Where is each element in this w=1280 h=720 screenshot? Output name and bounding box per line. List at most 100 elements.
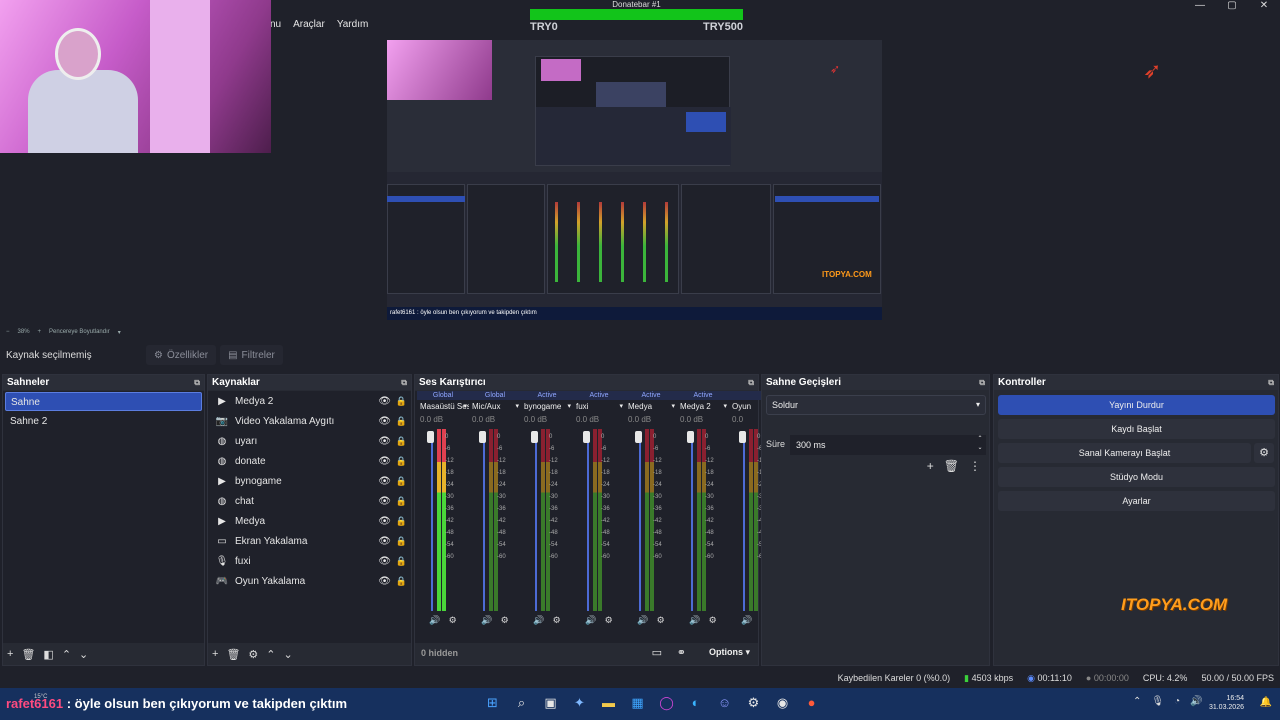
scene-item[interactable]: Sahne 2 (5, 412, 202, 431)
task-view-icon[interactable]: ▣ (542, 695, 559, 711)
undock-icon[interactable]: ⧉ (979, 378, 985, 388)
studio-mode-button[interactable]: Stüdyo Modu (998, 467, 1275, 487)
lock-icon[interactable]: 🔒 (396, 556, 407, 567)
duration-input[interactable]: 300 ms ⌃ ⌄ (790, 435, 986, 455)
layout-icon[interactable]: ▭ (652, 646, 662, 659)
source-item[interactable]: ▶ Medya 2 👁 🔒 (208, 391, 411, 411)
undock-icon[interactable]: ⧉ (748, 378, 754, 388)
chevron-down-icon[interactable]: ▾ (118, 329, 121, 336)
mute-icon[interactable]: 🔊 (637, 615, 648, 626)
mute-icon[interactable]: 🔊 (741, 615, 752, 626)
undock-icon[interactable]: ⧉ (401, 378, 407, 388)
volume-fader-track[interactable] (639, 431, 641, 611)
minimize-button[interactable]: — (1184, 0, 1216, 14)
volume-fader-track[interactable] (535, 431, 537, 611)
channel-name[interactable]: Medya ▾ (625, 400, 677, 413)
undock-icon[interactable]: ⧉ (194, 378, 200, 388)
gear-icon[interactable]: ⚙ (657, 615, 665, 626)
close-button[interactable]: ✕ (1248, 0, 1280, 14)
gear-icon[interactable]: ⚙ (1254, 443, 1274, 463)
eye-icon[interactable]: 👁 (378, 496, 391, 507)
source-item[interactable]: 📷 Video Yakalama Aygıtı 👁 🔒 (208, 411, 411, 431)
source-item[interactable]: 🎮 Oyun Yakalama 👁 🔒 (208, 571, 411, 591)
chevron-down-icon[interactable]: ▾ (463, 400, 467, 413)
menu-item-tools[interactable]: Araçlar (293, 19, 325, 30)
volume-fader-track[interactable] (587, 431, 589, 611)
volume-icon[interactable]: 🔊 (1190, 696, 1202, 707)
lock-icon[interactable]: 🔒 (396, 476, 407, 487)
volume-fader-handle[interactable] (479, 431, 486, 443)
lock-icon[interactable]: 🔒 (396, 416, 407, 427)
volume-fader-handle[interactable] (531, 431, 538, 443)
stop-streaming-button[interactable]: Yayını Durdur (998, 395, 1275, 415)
move-down-icon[interactable]: ⌄ (284, 648, 293, 661)
volume-fader-handle[interactable] (739, 431, 746, 443)
mute-icon[interactable]: 🔊 (689, 615, 700, 626)
preview-canvas[interactable]: ➶ ITOPYA.COM rafet6161 : öyle olsun ben … (387, 40, 882, 320)
source-item[interactable]: ▭ Ekran Yakalama 👁 🔒 (208, 531, 411, 551)
trash-icon[interactable]: 🗑 (944, 459, 959, 473)
lock-icon[interactable]: 🔒 (396, 396, 407, 407)
duration-spinner[interactable]: ⌃ ⌄ (974, 435, 986, 453)
lock-icon[interactable]: 🔒 (396, 576, 407, 587)
options-button[interactable]: Options ▾ (709, 647, 750, 658)
mute-icon[interactable]: 🔊 (429, 615, 440, 626)
properties-button[interactable]: ⚙ Özellikler (146, 345, 217, 365)
volume-fader-track[interactable] (691, 431, 693, 611)
zoom-in-button[interactable]: + (38, 329, 42, 335)
lock-icon[interactable]: 🔒 (396, 516, 407, 527)
lock-icon[interactable]: 🔒 (396, 436, 407, 447)
eye-icon[interactable]: 👁 (378, 396, 391, 407)
gear-icon[interactable]: ⚙ (605, 615, 613, 626)
windows-start-icon[interactable]: ⊞ (484, 695, 501, 711)
copilot-icon[interactable]: ✦ (571, 695, 588, 711)
eye-icon[interactable]: 👁 (378, 476, 391, 487)
gear-icon[interactable]: ⚙ (501, 615, 509, 626)
menu-item-help[interactable]: Yardım (337, 19, 369, 30)
volume-fader-handle[interactable] (635, 431, 642, 443)
move-up-icon[interactable]: ⌃ (266, 648, 275, 661)
scene-item[interactable]: Sahne (5, 392, 202, 411)
source-item[interactable]: ▶ Medya 👁 🔒 (208, 511, 411, 531)
link-icon[interactable]: ⚭ (677, 646, 686, 659)
maximize-button[interactable]: ▢ (1216, 0, 1248, 14)
channel-name[interactable]: bynogame ▾ (521, 400, 573, 413)
settings-button[interactable]: Ayarlar (998, 491, 1275, 511)
channel-name[interactable]: Masaüstü Ses ▾ (417, 400, 469, 413)
gear-icon[interactable]: ⚙ (553, 615, 561, 626)
transition-select[interactable]: Soldur ▾ (766, 395, 986, 415)
volume-fader-track[interactable] (483, 431, 485, 611)
eye-icon[interactable]: 👁 (378, 456, 391, 467)
channel-name[interactable]: fuxi ▾ (573, 400, 625, 413)
notification-icon[interactable]: 🔔 (1260, 697, 1272, 708)
add-icon[interactable]: + (212, 648, 218, 660)
volume-fader-handle[interactable] (583, 431, 590, 443)
move-down-icon[interactable]: ⌄ (79, 648, 88, 661)
source-item[interactable]: ◍ uyarı 👁 🔒 (208, 431, 411, 451)
move-up-icon[interactable]: ⌃ (62, 648, 71, 661)
filter-icon[interactable]: ◧ (43, 648, 53, 661)
start-virtual-camera-button[interactable]: Sanal Kamerayı Başlat (998, 443, 1251, 463)
steam-icon[interactable]: ⚙ (745, 695, 762, 711)
eye-icon[interactable]: 👁 (378, 556, 391, 567)
chevron-down-icon[interactable]: ▾ (671, 400, 675, 413)
file-explorer-icon[interactable]: ▬ (600, 695, 617, 711)
eye-icon[interactable]: 👁 (378, 436, 391, 447)
fit-to-window[interactable]: Pencereye Boyutlandır (49, 329, 110, 335)
discord-icon[interactable]: ☺ (716, 695, 733, 711)
volume-fader-track[interactable] (743, 431, 745, 611)
add-icon[interactable]: + (7, 648, 13, 660)
mute-icon[interactable]: 🔊 (481, 615, 492, 626)
gear-icon[interactable]: ⚙ (248, 648, 258, 661)
wifi-icon[interactable]: ◔ (1174, 696, 1180, 707)
source-item[interactable]: ◍ donate 👁 🔒 (208, 451, 411, 471)
tray-expand-icon[interactable]: ⌃ (1133, 696, 1141, 707)
source-item[interactable]: ◍ chat 👁 🔒 (208, 491, 411, 511)
lock-icon[interactable]: 🔒 (396, 536, 407, 547)
trash-icon[interactable]: 🗑 (226, 648, 240, 661)
channel-name[interactable]: Mic/Aux ▾ (469, 400, 521, 413)
eye-icon[interactable]: 👁 (378, 536, 391, 547)
microphone-icon[interactable]: 🎙 (1151, 696, 1164, 707)
add-icon[interactable]: + (927, 459, 934, 473)
lock-icon[interactable]: 🔒 (396, 496, 407, 507)
